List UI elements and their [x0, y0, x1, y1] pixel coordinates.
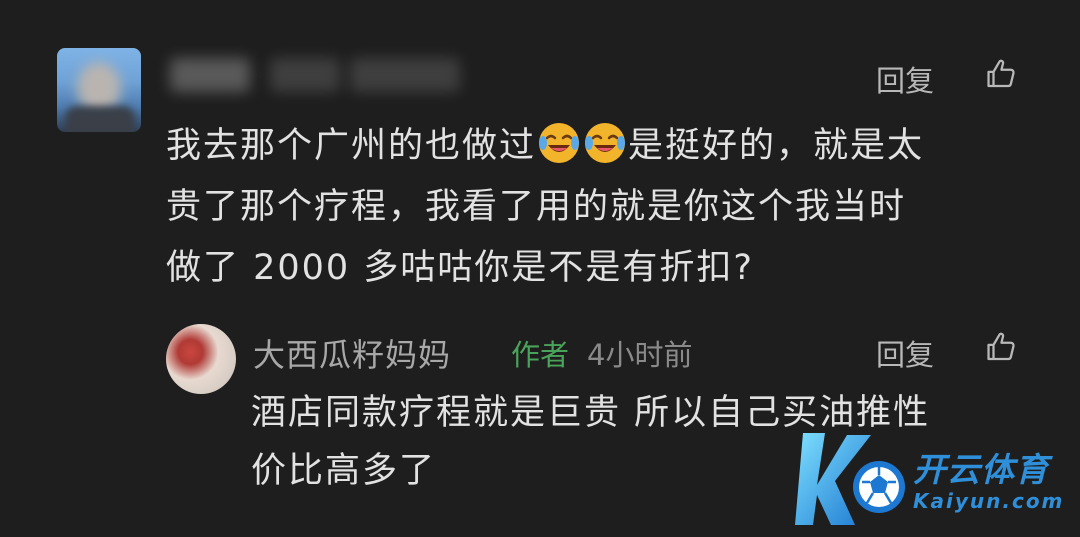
comment-line-1-before: 我去那个广州的也做过: [166, 126, 537, 166]
comment-line-2: 贵了那个疗程，我看了用的就是你这个我当时: [166, 187, 907, 227]
reply-button[interactable]: 回复: [876, 332, 934, 374]
comment-line-1-after: 是挺好的，就是太: [628, 126, 925, 166]
watermark-brand: 开云体育: [913, 450, 1049, 489]
redaction-block: [350, 58, 460, 92]
reply-button[interactable]: 回复: [876, 58, 934, 100]
comment-line-1: 我去那个广州的也做过 是挺好的，就是太: [166, 116, 1036, 177]
comment-item: 回复 我去那个广州的也做过 是挺好的，就是太 贵了那个疗程，我看了用的就是你这个…: [0, 0, 1080, 300]
comment-body: 我去那个广州的也做过 是挺好的，就是太 贵了那个疗程，我看了用的就是你这个我当时…: [166, 116, 1036, 299]
thumbs-up-icon[interactable]: [985, 330, 1019, 364]
redaction-block: [170, 58, 250, 92]
avatar-blur-body: [65, 106, 135, 132]
watermark: 开云体育 Kaiyun.com: [795, 425, 1075, 535]
redaction-block: [270, 58, 340, 92]
comment-line-3: 做了 2000 多咕咕你是不是有折扣?: [166, 248, 754, 288]
watermark-domain: Kaiyun.com: [913, 489, 1065, 513]
username-redacted[interactable]: [170, 58, 470, 92]
laugh-cry-emoji-icon: [539, 123, 580, 163]
kaiyun-logo-icon: [795, 433, 905, 525]
avatar[interactable]: [57, 48, 141, 132]
reply-author-name[interactable]: 大西瓜籽妈妈: [253, 330, 451, 376]
laugh-cry-emoji-icon: [585, 123, 626, 163]
reply-timestamp: 4小时前: [587, 338, 693, 372]
thumbs-up-icon[interactable]: [985, 57, 1019, 91]
avatar[interactable]: [166, 324, 236, 394]
author-badge: 作者: [511, 338, 570, 372]
